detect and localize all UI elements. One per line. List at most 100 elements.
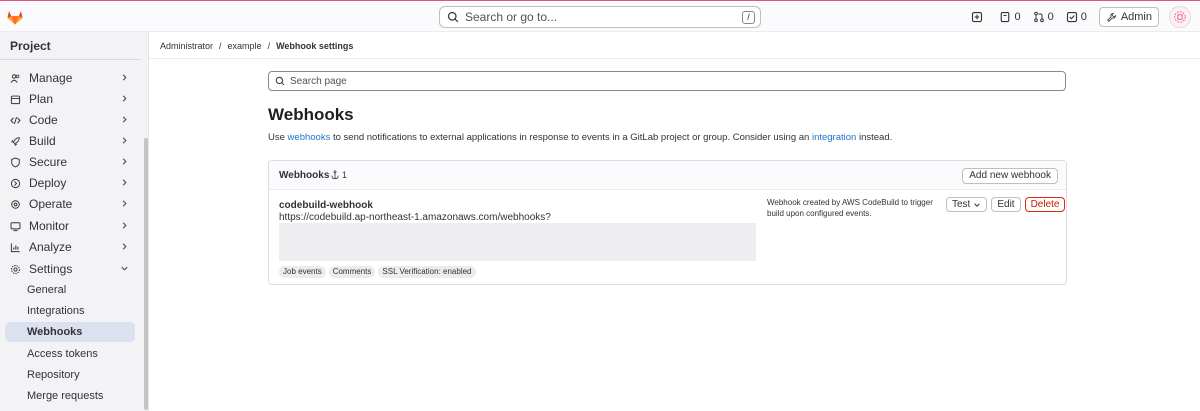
breadcrumb-separator: / (267, 41, 271, 51)
breadcrumb-divider (149, 58, 1200, 59)
wrench-icon (1106, 12, 1116, 22)
breadcrumb-item-example[interactable]: example (228, 41, 262, 51)
edit-button[interactable]: Edit (991, 197, 1021, 212)
sidebar-item-secure[interactable]: Secure (5, 152, 135, 172)
sidebar-item-label: Plan (29, 92, 54, 106)
webhook-name: codebuild-webhook (279, 200, 373, 211)
sidebar-divider (0, 59, 141, 60)
top-right-actions: 0 0 0 Admin (971, 6, 1200, 28)
deploy-icon (10, 178, 21, 188)
todos-button[interactable]: 0 (1066, 11, 1087, 23)
sidebar-subitem-access-tokens[interactable]: Access tokens (5, 344, 135, 364)
webhooks-card-title: Webhooks (279, 170, 330, 181)
admin-button[interactable]: Admin (1098, 7, 1159, 27)
admin-label: Admin (1120, 11, 1152, 23)
sidebar-scrollbar[interactable] (144, 138, 148, 410)
delete-button[interactable]: Delete (1024, 197, 1066, 212)
page-description: Use webhooks to send notifications to ex… (268, 132, 892, 143)
sidebar-subitem-merge-requests[interactable]: Merge requests (5, 386, 135, 406)
cloud-gear-icon (11, 199, 20, 209)
merge-requests-count: 0 (1047, 11, 1054, 23)
sidebar-subitem-repository[interactable]: Repository (5, 365, 135, 385)
issues-icon (1001, 11, 1010, 23)
badge-ssl-verification: SSL Verification: enabled (378, 266, 476, 278)
sidebar-item-analyze[interactable]: Analyze (5, 237, 135, 257)
breadcrumb: Administrator / example / Webhook settin… (160, 41, 353, 51)
sidebar-item-label: Code (29, 113, 58, 127)
chevron-right-icon (122, 158, 127, 165)
sidebar-item-manage[interactable]: Manage (5, 68, 135, 88)
create-new-button[interactable] (971, 11, 983, 23)
desc-middle: to send notifications to external applic… (330, 132, 812, 143)
shield-icon (11, 157, 20, 167)
users-icon (10, 73, 20, 83)
test-dropdown-button[interactable]: Test (946, 197, 988, 212)
sidebar-item-label: Build (29, 134, 56, 148)
webhook-badges: Job events Comments SSL Verification: en… (279, 266, 476, 278)
webhooks-card-header: Webhooks 1 Add new webhook (269, 161, 1066, 190)
chevron-right-icon (122, 74, 127, 81)
sidebar-item-label: Analyze (29, 240, 72, 254)
sidebar-item-label: Secure (29, 155, 68, 169)
page-title: Webhooks (268, 105, 354, 124)
webhook-count: 1 (330, 170, 347, 180)
sidebar-item-monitor[interactable]: Monitor (5, 216, 135, 236)
search-icon (275, 76, 285, 86)
chevron-right-icon (122, 95, 127, 102)
sidebar-item-label: Monitor (29, 219, 70, 233)
breadcrumb-item-webhook-settings[interactable]: Webhook settings (276, 41, 353, 51)
breadcrumb-item-administrator[interactable]: Administrator (160, 41, 213, 51)
sidebar-subitem-webhooks[interactable]: Webhooks (5, 322, 135, 342)
code-icon (10, 116, 21, 124)
rocket-icon (10, 136, 20, 146)
avatar-icon (1174, 11, 1186, 23)
chevron-right-icon (122, 200, 127, 207)
sidebar: Project Manage Plan Code Build Secure De… (0, 32, 149, 411)
integration-link[interactable]: integration (812, 132, 856, 143)
sidebar-subitem-integrations[interactable]: Integrations (5, 301, 135, 321)
sidebar-item-deploy[interactable]: Deploy (5, 173, 135, 193)
issues-button[interactable]: 0 (999, 11, 1021, 23)
badge-comments: Comments (328, 266, 376, 278)
chevron-right-icon (122, 137, 127, 144)
top-bar: Search or go to... / 0 0 0 Admin (0, 0, 1200, 32)
monitor-icon (10, 221, 21, 231)
hook-icon (331, 170, 339, 180)
plus-square-icon (972, 11, 983, 23)
sidebar-item-operate[interactable]: Operate (5, 194, 135, 214)
todos-count: 0 (1080, 11, 1087, 23)
chevron-down-icon (974, 202, 981, 207)
webhook-description: Webhook created by AWS CodeBuild to trig… (767, 198, 933, 218)
webhook-actions: Test Edit Delete (946, 197, 1066, 212)
chevron-down-icon (121, 266, 128, 271)
webhooks-link[interactable]: webhooks (288, 132, 331, 143)
sidebar-item-settings[interactable]: Settings (5, 259, 135, 279)
gear-icon (11, 264, 20, 274)
add-new-webhook-button[interactable]: Add new webhook (962, 168, 1058, 184)
sidebar-item-build[interactable]: Build (5, 131, 135, 151)
webhooks-card: Webhooks 1 Add new webhook codebuild-web… (268, 160, 1067, 285)
desc-suffix: instead. (856, 132, 893, 143)
page-search-placeholder: Search page (290, 75, 347, 87)
sidebar-item-code[interactable]: Code (5, 110, 135, 130)
merge-requests-button[interactable]: 0 (1033, 11, 1054, 23)
search-shortcut-hint: / (742, 10, 755, 24)
sidebar-item-label: Settings (29, 262, 73, 276)
chart-icon (10, 242, 20, 252)
issues-count: 0 (1014, 11, 1021, 23)
search-placeholder: Search or go to... (465, 10, 558, 24)
gitlab-logo-icon[interactable] (6, 8, 24, 26)
badge-job-events: Job events (279, 266, 326, 278)
webhook-url: https://codebuild.ap-northeast-1.amazona… (279, 212, 551, 223)
redacted-region (279, 223, 756, 261)
chevron-right-icon (122, 222, 127, 229)
breadcrumb-separator: / (219, 41, 222, 51)
todo-checkbox-icon (1066, 11, 1077, 23)
sidebar-item-plan[interactable]: Plan (5, 89, 135, 109)
search-icon (447, 11, 459, 23)
global-search-input[interactable]: Search or go to... / (439, 6, 761, 28)
sidebar-subitem-general[interactable]: General (5, 280, 135, 300)
page-search-input[interactable]: Search page (268, 71, 1066, 91)
merge-request-icon (1033, 11, 1044, 23)
user-avatar[interactable] (1169, 6, 1191, 28)
